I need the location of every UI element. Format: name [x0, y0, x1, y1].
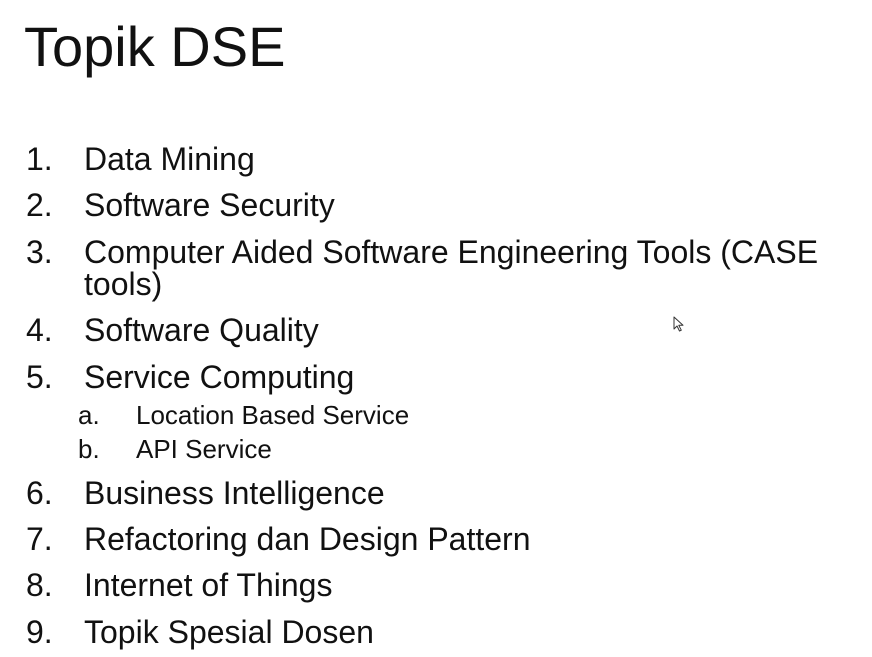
list-item-text: Internet of Things — [84, 567, 333, 603]
list-item-number: 5. — [26, 359, 53, 395]
list-item-text: Topik Spesial Dosen — [84, 614, 374, 650]
sub-list-item-text: Location Based Service — [136, 400, 410, 430]
list-item-number: 2. — [26, 187, 53, 223]
sub-list-item-letter: a. — [78, 400, 100, 430]
list-item-number: 1. — [26, 141, 53, 177]
sub-list-item-letter: b. — [78, 434, 100, 464]
list-item-text: Data Mining — [84, 141, 255, 177]
list-item-text: Software Quality — [84, 312, 319, 348]
list-item-number: 8. — [26, 567, 53, 603]
mouse-pointer-icon — [673, 316, 684, 332]
list-item-number: 6. — [26, 475, 53, 511]
list-item-number: 9. — [26, 614, 53, 650]
list-item-number: 7. — [26, 521, 53, 557]
list-item-text: Business Intelligence — [84, 475, 385, 511]
list-item-text: Refactoring dan Design Pattern — [84, 521, 531, 557]
slide-title: Topik DSE — [24, 15, 286, 78]
list-item-number: 3. — [26, 234, 53, 270]
list-item-number: 4. — [26, 312, 53, 348]
slide: Topik DSE 1. Data Mining 2. Software Sec… — [0, 0, 872, 657]
list-item-text: Computer Aided Software Engineering Tool… — [84, 234, 819, 302]
list-item-text: Software Security — [84, 187, 335, 223]
list-item-text: Service Computing — [84, 359, 355, 395]
sub-list-item-text: API Service — [136, 434, 272, 464]
